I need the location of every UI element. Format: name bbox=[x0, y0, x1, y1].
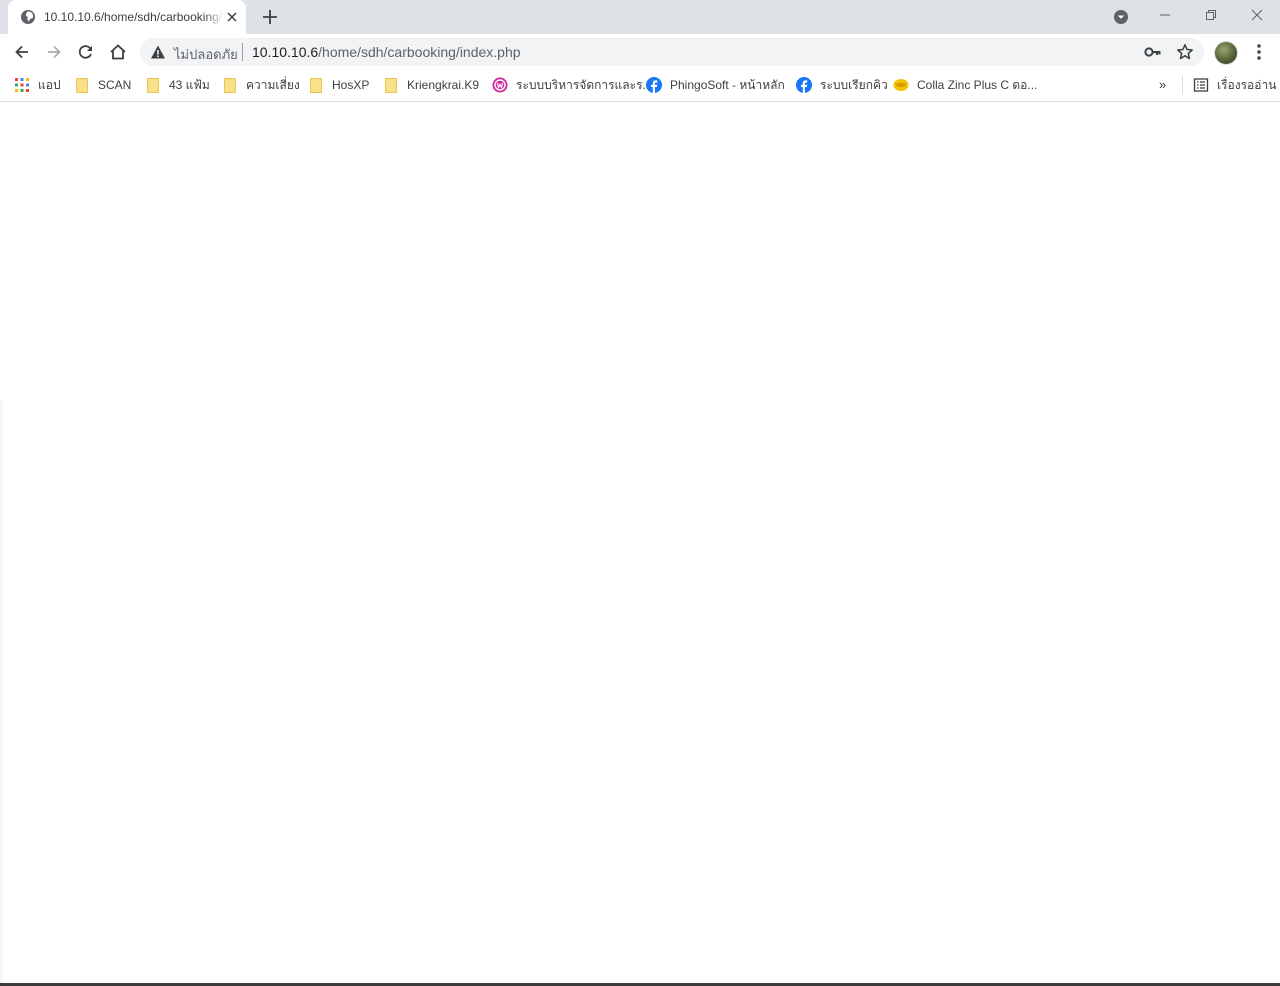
bookmark-label: ความเสี่ยง bbox=[246, 77, 300, 92]
bookmarks-divider bbox=[1182, 76, 1183, 94]
reading-list-button[interactable]: เรื่องรออ่าน bbox=[1193, 75, 1276, 95]
bookmark-folder-scan[interactable]: SCAN bbox=[74, 75, 131, 95]
window-close-button[interactable] bbox=[1234, 0, 1280, 30]
minimize-icon bbox=[1160, 14, 1170, 16]
facebook-icon bbox=[796, 77, 812, 93]
bookmark-folder-kriengkrai[interactable]: Kriengkrai.K9 bbox=[383, 75, 479, 95]
profile-avatar[interactable] bbox=[1214, 41, 1238, 65]
new-tab-icon[interactable] bbox=[258, 5, 282, 29]
tab-title: 10.10.10.6/home/sdh/carbooking/index.php bbox=[44, 10, 222, 24]
bookmark-colla-zinc[interactable]: Colla Zinc Plus C ดอ... bbox=[893, 75, 1037, 95]
site-icon bbox=[492, 77, 508, 93]
reading-list-icon bbox=[1193, 78, 1209, 92]
reading-list-label: เรื่องรออ่าน bbox=[1217, 77, 1277, 92]
tab-title-fade bbox=[204, 6, 224, 28]
address-bar-divider bbox=[242, 43, 243, 61]
bookmark-label: 43 แฟ้ม bbox=[169, 77, 210, 92]
restore-icon bbox=[1206, 10, 1216, 20]
colla-icon bbox=[893, 79, 909, 91]
url-host: 10.10.10.6 bbox=[252, 44, 319, 60]
folder-icon bbox=[147, 77, 159, 93]
window-close-icon bbox=[1251, 9, 1263, 21]
bookmark-management-system[interactable]: ระบบบริหารจัดการและร... bbox=[492, 75, 653, 95]
facebook-icon bbox=[646, 77, 662, 93]
minimize-button[interactable] bbox=[1142, 0, 1188, 30]
restore-button[interactable] bbox=[1188, 0, 1234, 30]
folder-icon bbox=[310, 77, 322, 93]
bookmark-label: ระบบบริหารจัดการและร... bbox=[516, 77, 653, 92]
arrow-left-icon bbox=[15, 45, 28, 59]
home-icon bbox=[110, 44, 126, 60]
reload-icon bbox=[78, 45, 93, 59]
bookmarks-overflow-button[interactable]: » bbox=[1159, 77, 1166, 92]
bookmark-folder-risk[interactable]: ความเสี่ยง bbox=[222, 75, 300, 95]
back-button[interactable] bbox=[8, 38, 36, 66]
url-path: /home/sdh/carbooking/index.php bbox=[318, 44, 521, 60]
bookmark-label: PhingoSoft - หน้าหลัก bbox=[670, 77, 785, 92]
bookmark-phingosoft[interactable]: PhingoSoft - หน้าหลัก bbox=[646, 75, 785, 95]
arrow-right-icon bbox=[48, 45, 61, 59]
globe-icon bbox=[21, 10, 35, 24]
folder-icon bbox=[76, 77, 88, 93]
page-content bbox=[0, 103, 1280, 983]
more-vertical-icon[interactable] bbox=[1250, 42, 1268, 62]
folder-icon bbox=[385, 77, 397, 93]
folder-icon bbox=[224, 77, 236, 93]
warning-icon[interactable] bbox=[150, 44, 166, 60]
forward-button[interactable] bbox=[40, 38, 68, 66]
tab-search-icon[interactable] bbox=[1111, 7, 1131, 27]
apps-grid-icon bbox=[15, 78, 29, 92]
bookmark-label: SCAN bbox=[98, 78, 132, 92]
bookmark-label: Kriengkrai.K9 bbox=[407, 78, 480, 92]
star-icon[interactable] bbox=[1176, 43, 1194, 61]
bookmark-label: แอป bbox=[38, 77, 61, 92]
bookmark-label: Colla Zinc Plus C ดอ... bbox=[917, 77, 1038, 92]
browser-tab[interactable]: 10.10.10.6/home/sdh/carbooking/index.php bbox=[8, 0, 246, 34]
close-icon[interactable] bbox=[224, 9, 240, 25]
bookmark-folder-hosxp[interactable]: HosXP bbox=[308, 75, 369, 95]
bookmark-apps[interactable]: แอป bbox=[14, 75, 61, 95]
security-status-label[interactable]: ไม่ปลอดภัย bbox=[174, 44, 238, 65]
bookmark-queue-system[interactable]: ระบบเรียกคิว bbox=[796, 75, 888, 95]
home-button[interactable] bbox=[104, 38, 132, 66]
bookmark-label: ระบบเรียกคิว bbox=[820, 77, 888, 92]
bookmark-folder-43[interactable]: 43 แฟ้ม bbox=[145, 75, 210, 95]
page-edge-shadow bbox=[0, 400, 4, 983]
reload-button[interactable] bbox=[72, 38, 100, 66]
bookmark-label: HosXP bbox=[332, 78, 370, 92]
url-text[interactable]: 10.10.10.6/home/sdh/carbooking/index.php bbox=[252, 44, 521, 60]
key-icon[interactable] bbox=[1144, 44, 1162, 60]
